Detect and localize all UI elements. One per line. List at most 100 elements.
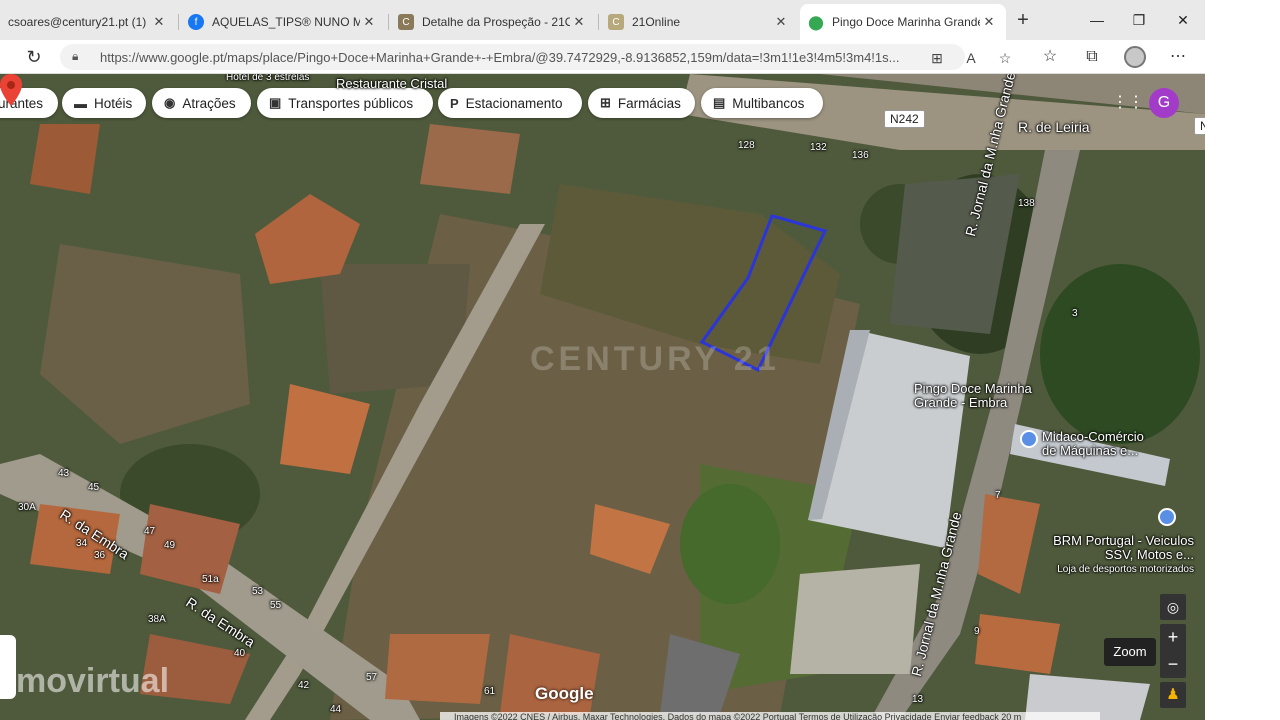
- bed-icon: ▬: [74, 95, 87, 111]
- midaco-label[interactable]: Midaco-Comércio de Máquinas e...: [1042, 430, 1152, 458]
- chip-label: Atrações: [182, 95, 236, 111]
- url-text[interactable]: https://www.google.pt/maps/place/Pingo+D…: [100, 50, 920, 65]
- blank-margin: [1205, 0, 1280, 720]
- tab-divider: [598, 14, 599, 30]
- close-icon[interactable]: ✕: [150, 14, 168, 30]
- century21-watermark: CENTURY 21: [530, 340, 780, 378]
- camera-icon: ◉: [164, 95, 176, 110]
- location-pin-icon[interactable]: [0, 74, 22, 106]
- house-number: 53: [252, 586, 264, 597]
- reload-button[interactable]: ↻: [22, 45, 46, 69]
- close-icon[interactable]: ✕: [772, 14, 790, 30]
- brm-label[interactable]: BRM Portugal - Veiculos SSV, Motos e...: [1044, 534, 1194, 562]
- chip-label: Farmácias: [617, 95, 681, 111]
- google-logo: Google: [535, 684, 594, 703]
- new-tab-button[interactable]: +: [1012, 10, 1034, 32]
- house-number: 3: [1072, 308, 1078, 319]
- browser-toolbar: ↻ 🔒︎ https://www.google.pt/maps/place/Pi…: [0, 40, 1205, 74]
- chip-pharmacies[interactable]: ⊞ Farmácias: [588, 88, 695, 118]
- chip-transit[interactable]: ▣ Transportes públicos: [257, 88, 433, 118]
- read-aloud-icon[interactable]: A: [960, 47, 982, 69]
- satellite-map[interactable]: urantes ▬ Hotéis ◉ Atrações ▣ Transporte…: [0, 74, 1205, 720]
- restaurant-label[interactable]: Restaurante Cristal: [336, 76, 447, 91]
- house-number: 36: [94, 550, 106, 561]
- pingo-doce-label[interactable]: Pingo Doce Marinha Grande - Embra: [914, 382, 1034, 410]
- shopping-icon[interactable]: [1158, 508, 1176, 526]
- layers-toggle[interactable]: [0, 635, 16, 699]
- account-avatar[interactable]: G: [1149, 88, 1179, 118]
- hotel-label[interactable]: Hotel de 3 estrelas: [226, 74, 309, 83]
- house-number: 128: [738, 140, 755, 151]
- house-number: 47: [144, 526, 156, 537]
- house-number: 136: [852, 150, 869, 161]
- house-number: 57: [366, 672, 378, 683]
- brm-category: Loja de desportos motorizados: [1057, 564, 1194, 575]
- n242-shield: N242: [884, 110, 925, 128]
- atm-icon: ▤: [713, 95, 726, 110]
- more-menu-icon[interactable]: ⋯: [1166, 46, 1190, 70]
- century21-icon: C: [398, 14, 414, 30]
- imovirtual-watermark: movirtual: [16, 662, 170, 700]
- chip-label: Transportes públicos: [288, 95, 414, 111]
- house-number: 132: [810, 142, 827, 153]
- close-window-button[interactable]: ✕: [1168, 8, 1198, 32]
- close-icon[interactable]: ✕: [980, 14, 998, 30]
- tab-title: csoares@century21.pt (1): [8, 15, 147, 29]
- close-icon[interactable]: ✕: [360, 14, 378, 30]
- zoom-tooltip: Zoom: [1104, 638, 1156, 666]
- tab-title: 21Online: [632, 15, 681, 29]
- bus-icon: ▣: [269, 95, 282, 110]
- parking-icon: P: [450, 95, 459, 111]
- tab-strip: csoares@century21.pt (1) ✕ f AQUELAS_TIP…: [0, 0, 1205, 40]
- maps-pin-icon: ⬤: [808, 13, 824, 30]
- tab-maps-active[interactable]: ⬤ Pingo Doce Marinha Grande ✕: [800, 4, 1006, 40]
- tab-facebook[interactable]: f AQUELAS_TIPS® NUNO MO ✕: [180, 8, 386, 36]
- house-number: 44: [330, 704, 342, 715]
- house-number: 45: [88, 482, 100, 493]
- pingo-doce-name: Pingo Doce Marinha Grande - Embra: [914, 381, 1032, 410]
- tab-prospecao[interactable]: C Detalhe da Prospeção - 21On ✕: [390, 8, 596, 36]
- my-location-icon[interactable]: ◎: [1160, 594, 1186, 620]
- favorites-icon[interactable]: ☆: [1038, 46, 1062, 70]
- house-number: 40: [234, 648, 246, 659]
- shopping-icon[interactable]: [1020, 430, 1038, 448]
- house-number: 9: [974, 626, 980, 637]
- address-bar[interactable]: 🔒︎ https://www.google.pt/maps/place/Ping…: [60, 44, 1011, 70]
- facebook-icon: f: [188, 14, 204, 30]
- google-apps-icon[interactable]: ⋮⋮⋮: [1112, 94, 1160, 112]
- house-number: 13: [912, 694, 924, 705]
- collections-icon[interactable]: ⧉: [1080, 46, 1104, 70]
- chip-label: Estacionamento: [465, 95, 563, 111]
- zoom-in-button[interactable]: +: [1160, 624, 1186, 651]
- chip-parking[interactable]: P Estacionamento: [438, 88, 582, 118]
- tab-title: Detalhe da Prospeção - 21On: [422, 15, 570, 29]
- house-number: 30A: [18, 502, 36, 513]
- minimize-button[interactable]: —: [1082, 8, 1112, 32]
- close-icon[interactable]: ✕: [570, 14, 588, 30]
- n-shield: N: [1194, 117, 1205, 135]
- add-favorite-icon[interactable]: ☆: [994, 47, 1016, 69]
- lock-icon[interactable]: 🔒︎: [72, 49, 88, 65]
- house-number: 42: [298, 680, 310, 691]
- house-number: 49: [164, 540, 176, 551]
- street-view-pegman-icon[interactable]: ♟: [1160, 682, 1186, 708]
- chip-atms[interactable]: ▤ Multibancos: [701, 88, 823, 118]
- house-number: 43: [58, 468, 70, 479]
- tab-divider: [178, 14, 179, 30]
- house-number: 61: [484, 686, 496, 697]
- chip-attractions[interactable]: ◉ Atrações: [152, 88, 251, 118]
- profile-avatar[interactable]: [1124, 46, 1146, 68]
- map-footer[interactable]: Imagens ©2022 CNES / Airbus, Maxar Techn…: [440, 712, 1100, 720]
- chip-label: Multibancos: [732, 95, 805, 111]
- tab-21online[interactable]: C 21Online ✕: [600, 8, 798, 36]
- house-number: 38A: [148, 614, 166, 625]
- zoom-control: + −: [1160, 624, 1186, 678]
- zoom-out-button[interactable]: −: [1160, 651, 1186, 678]
- chip-hotels[interactable]: ▬ Hotéis: [62, 88, 146, 118]
- maximize-button[interactable]: ❐: [1124, 8, 1154, 32]
- tab-mail[interactable]: csoares@century21.pt (1) ✕: [0, 8, 176, 36]
- browser-window: csoares@century21.pt (1) ✕ f AQUELAS_TIP…: [0, 0, 1205, 720]
- tab-title: AQUELAS_TIPS® NUNO MO: [212, 15, 360, 29]
- app-available-icon[interactable]: ⊞: [926, 47, 948, 69]
- tab-divider: [388, 14, 389, 30]
